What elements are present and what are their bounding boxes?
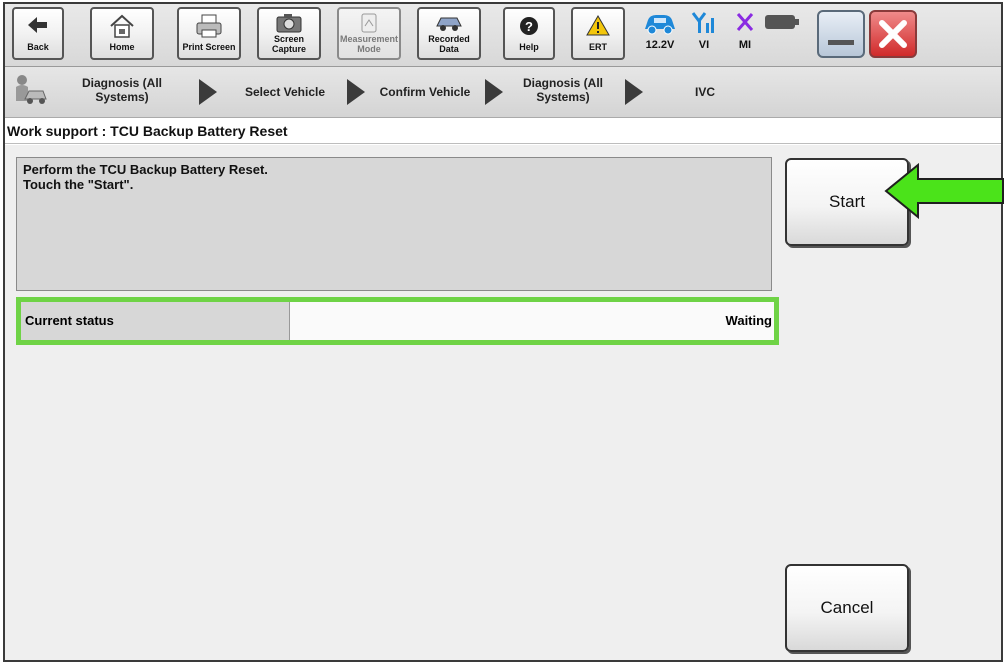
- help-icon: ?: [505, 12, 553, 42]
- app-window: Back Home Print Screen Screen Capture Me…: [3, 2, 1003, 662]
- instruction-panel: Perform the TCU Backup Battery Reset. To…: [16, 157, 772, 291]
- breadcrumb: Diagnosis (All Systems) Select Vehicle C…: [5, 67, 1001, 118]
- breadcrumb-select-vehicle[interactable]: Select Vehicle: [235, 85, 335, 99]
- printer-icon: [179, 12, 239, 42]
- battery-status-indicator: [763, 8, 801, 60]
- minimize-icon: [819, 40, 863, 60]
- breadcrumb-arrow-icon: [625, 79, 643, 105]
- svg-text:?: ?: [525, 19, 533, 34]
- home-icon: [92, 12, 152, 42]
- breadcrumb-confirm-vehicle[interactable]: Confirm Vehicle: [375, 85, 475, 99]
- breadcrumb-ivc[interactable]: IVC: [680, 85, 730, 99]
- home-button[interactable]: Home: [90, 7, 154, 60]
- print-screen-button[interactable]: Print Screen: [177, 7, 241, 60]
- current-status-label: Current status: [21, 302, 290, 340]
- breadcrumb-arrow-icon: [347, 79, 365, 105]
- back-arrow-icon: [14, 12, 62, 42]
- back-button[interactable]: Back: [12, 7, 64, 60]
- instruction-line-2: Touch the "Start".: [23, 177, 134, 192]
- green-pointer-arrow-icon: [884, 162, 1006, 224]
- battery-icon: [763, 9, 801, 39]
- battery-voltage-indicator: 12.2V: [635, 8, 685, 60]
- technician-car-icon: [11, 71, 47, 116]
- minimize-button[interactable]: [817, 10, 865, 58]
- breadcrumb-diagnosis-all-systems[interactable]: Diagnosis (All Systems): [67, 76, 177, 104]
- main-content: Perform the TCU Backup Battery Reset. To…: [5, 145, 1001, 660]
- current-status-value: Waiting: [290, 302, 774, 340]
- toolbar: Back Home Print Screen Screen Capture Me…: [5, 4, 1001, 67]
- instruction-line-1: Perform the TCU Backup Battery Reset.: [23, 162, 268, 177]
- screen-capture-button[interactable]: Screen Capture: [257, 7, 321, 60]
- help-button[interactable]: ? Help: [503, 7, 555, 60]
- breadcrumb-diagnosis-all-systems-2[interactable]: Diagnosis (All Systems): [513, 76, 613, 104]
- car-data-icon: [419, 12, 479, 34]
- car-icon: [635, 9, 685, 39]
- close-icon: [871, 20, 915, 60]
- breadcrumb-arrow-icon: [485, 79, 503, 105]
- current-status-row: Current status Waiting: [16, 297, 779, 345]
- measurement-mode-button[interactable]: Measurement Mode: [337, 7, 401, 60]
- breadcrumb-arrow-icon: [199, 79, 217, 105]
- close-button[interactable]: [869, 10, 917, 58]
- warning-icon: [573, 12, 623, 42]
- gauge-icon: [339, 12, 399, 34]
- cancel-button[interactable]: Cancel: [785, 564, 909, 652]
- page-title: Work support : TCU Backup Battery Reset: [5, 118, 1001, 144]
- camera-icon: [259, 12, 319, 34]
- recorded-data-button[interactable]: Recorded Data: [417, 7, 481, 60]
- ert-button[interactable]: ERT: [571, 7, 625, 60]
